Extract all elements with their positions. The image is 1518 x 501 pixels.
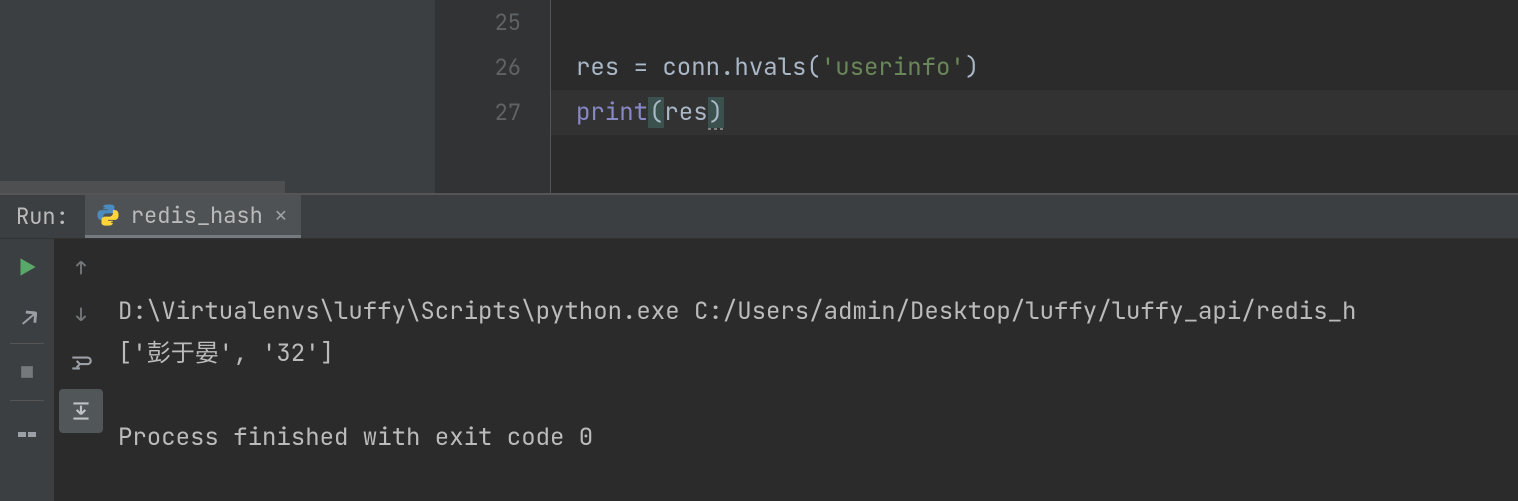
- editor-area: 25 26 27 res = conn.hvals('userinfo') pr…: [0, 0, 1518, 193]
- project-sidebar: [0, 0, 435, 193]
- run-tab-title: redis_hash: [131, 201, 263, 230]
- console-output[interactable]: D:\Virtualenvs\luffy\Scripts\python.exe …: [108, 239, 1518, 501]
- python-file-icon: [95, 202, 121, 228]
- horizontal-scrollbar[interactable]: [0, 181, 285, 193]
- scroll-to-end-button[interactable]: [59, 389, 103, 433]
- run-tab[interactable]: redis_hash ✕: [85, 195, 301, 238]
- down-arrow-icon[interactable]: [59, 293, 103, 337]
- rerun-button[interactable]: [5, 245, 49, 289]
- stop-button[interactable]: [5, 350, 49, 394]
- run-tool-window: Run: redis_hash ✕: [0, 193, 1518, 501]
- soft-wrap-button[interactable]: [59, 341, 103, 385]
- layout-button[interactable]: [5, 407, 49, 451]
- console-line: ['彭于晏', '32']: [118, 338, 334, 369]
- code-line: res = conn.hvals('userinfo'): [576, 45, 979, 90]
- line-number-gutter[interactable]: 25 26 27: [435, 0, 550, 193]
- toolbar-separator: [10, 343, 44, 344]
- code-line-current: print(res): [551, 90, 1518, 135]
- line-number: 25: [435, 0, 549, 45]
- up-arrow-icon[interactable]: [59, 245, 103, 289]
- run-vertical-toolbar: [0, 239, 54, 501]
- close-icon[interactable]: ✕: [273, 202, 289, 228]
- run-toolbar: Run: redis_hash ✕: [0, 195, 1518, 239]
- console-line: Process finished with exit code 0: [118, 422, 593, 453]
- console-nav-toolbar: [54, 239, 108, 501]
- settings-button[interactable]: [5, 293, 49, 337]
- code-editor[interactable]: res = conn.hvals('userinfo') print(res): [550, 0, 1518, 193]
- run-label: Run:: [0, 195, 85, 238]
- line-number: 27: [435, 90, 549, 135]
- line-number: 26: [435, 45, 549, 90]
- toolbar-separator: [10, 400, 44, 401]
- console-line: D:\Virtualenvs\luffy\Scripts\python.exe …: [118, 296, 1356, 327]
